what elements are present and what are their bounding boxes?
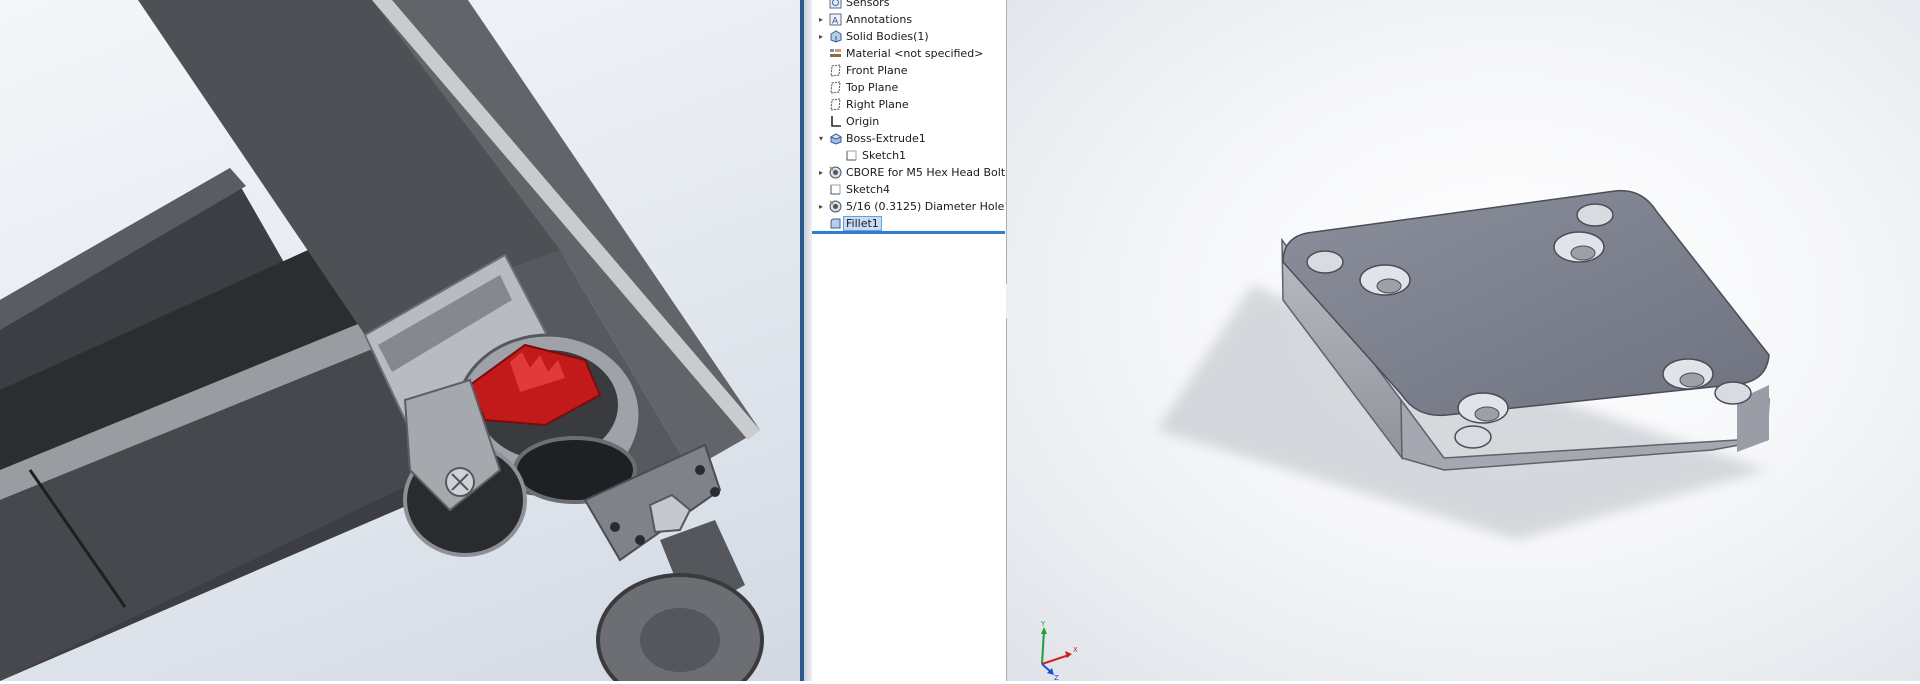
annotations-icon: A — [828, 13, 842, 26]
svg-text:A: A — [832, 16, 839, 26]
tree-item-origin[interactable]: Origin — [816, 113, 879, 129]
plane-icon — [828, 63, 842, 77]
tree-item-label: Sketch1 — [862, 148, 907, 162]
tree-item-label: Boss-Extrude1 — [846, 131, 926, 145]
tree-item-label: Origin — [846, 114, 880, 128]
feature-manager-tree: Sensors ▸ A Annotations ▸ Solid Bodies(1… — [812, 0, 1007, 681]
tree-item-label: Fillet1 — [843, 215, 882, 231]
fillet-icon — [828, 217, 842, 230]
assembly-model — [0, 0, 764, 681]
tree-item-cbore-hole[interactable]: ▸ CBORE for M5 Hex Head Bolt1 — [816, 164, 1007, 180]
part-model — [1157, 189, 1770, 540]
tree-item-sensors[interactable]: Sensors — [816, 0, 889, 10]
plane-icon — [828, 80, 842, 94]
tree-item-label: Right Plane — [846, 97, 909, 111]
tree-item-label: 5/16 (0.3125) Diameter Hole1 — [846, 199, 1007, 213]
sketch-icon — [844, 149, 858, 162]
hole-wizard-icon — [828, 199, 842, 213]
rollback-bar[interactable] — [812, 231, 1005, 234]
expand-arrow-icon[interactable]: ▸ — [816, 32, 826, 41]
reference-triad: Y X Z — [1027, 620, 1087, 682]
tree-item-label: CBORE for M5 Hex Head Bolt1 — [846, 165, 1007, 179]
sensors-icon — [828, 0, 842, 9]
origin-icon — [828, 115, 842, 128]
axis-y-line — [1041, 629, 1045, 665]
expand-arrow-icon[interactable]: ▸ — [816, 168, 826, 177]
tree-item-boss-extrude1[interactable]: ▾ Boss-Extrude1 — [816, 130, 926, 146]
tree-item-label: Sensors — [846, 0, 890, 9]
tree-item-sketch4[interactable]: Sketch4 — [816, 181, 890, 197]
tree-item-diameter-hole[interactable]: ▸ 5/16 (0.3125) Diameter Hole1 — [816, 198, 1007, 214]
expand-arrow-icon[interactable]: ▸ — [816, 202, 826, 211]
collapse-arrow-icon[interactable]: ▾ — [816, 134, 826, 143]
extrude-icon — [828, 132, 842, 145]
tree-item-top-plane[interactable]: Top Plane — [816, 79, 898, 95]
tree-item-front-plane[interactable]: Front Plane — [816, 62, 908, 78]
axis-x-label: X — [1073, 646, 1078, 654]
tree-item-sketch1[interactable]: Sketch1 — [832, 147, 906, 163]
tree-item-label: Front Plane — [846, 63, 908, 77]
tree-item-label: Annotations — [846, 12, 913, 26]
assembly-viewport[interactable] — [0, 0, 800, 681]
part-viewport[interactable] — [1007, 0, 1920, 681]
expand-arrow-icon[interactable]: ▸ — [816, 15, 826, 24]
axis-z-label: Z — [1054, 674, 1059, 680]
material-icon — [828, 47, 842, 60]
solid-bodies-icon — [828, 29, 842, 43]
tree-item-right-plane[interactable]: Right Plane — [816, 96, 909, 112]
sketch-icon — [828, 183, 842, 196]
tree-item-label: Solid Bodies(1) — [846, 29, 929, 43]
tree-item-annotations[interactable]: ▸ A Annotations — [816, 11, 912, 27]
tree-item-material[interactable]: Material <not specified> — [816, 45, 983, 61]
hole-wizard-icon — [828, 165, 842, 179]
tree-item-label: Sketch4 — [846, 182, 891, 196]
tree-item-label: Material <not specified> — [846, 46, 984, 60]
axis-x-line — [1041, 654, 1070, 665]
tree-item-solid-bodies[interactable]: ▸ Solid Bodies(1) — [816, 28, 929, 44]
tree-item-label: Top Plane — [846, 80, 899, 94]
plane-icon — [828, 97, 842, 111]
axis-y-label: Y — [1040, 620, 1046, 628]
tree-item-fillet1[interactable]: Fillet1 — [816, 215, 882, 231]
